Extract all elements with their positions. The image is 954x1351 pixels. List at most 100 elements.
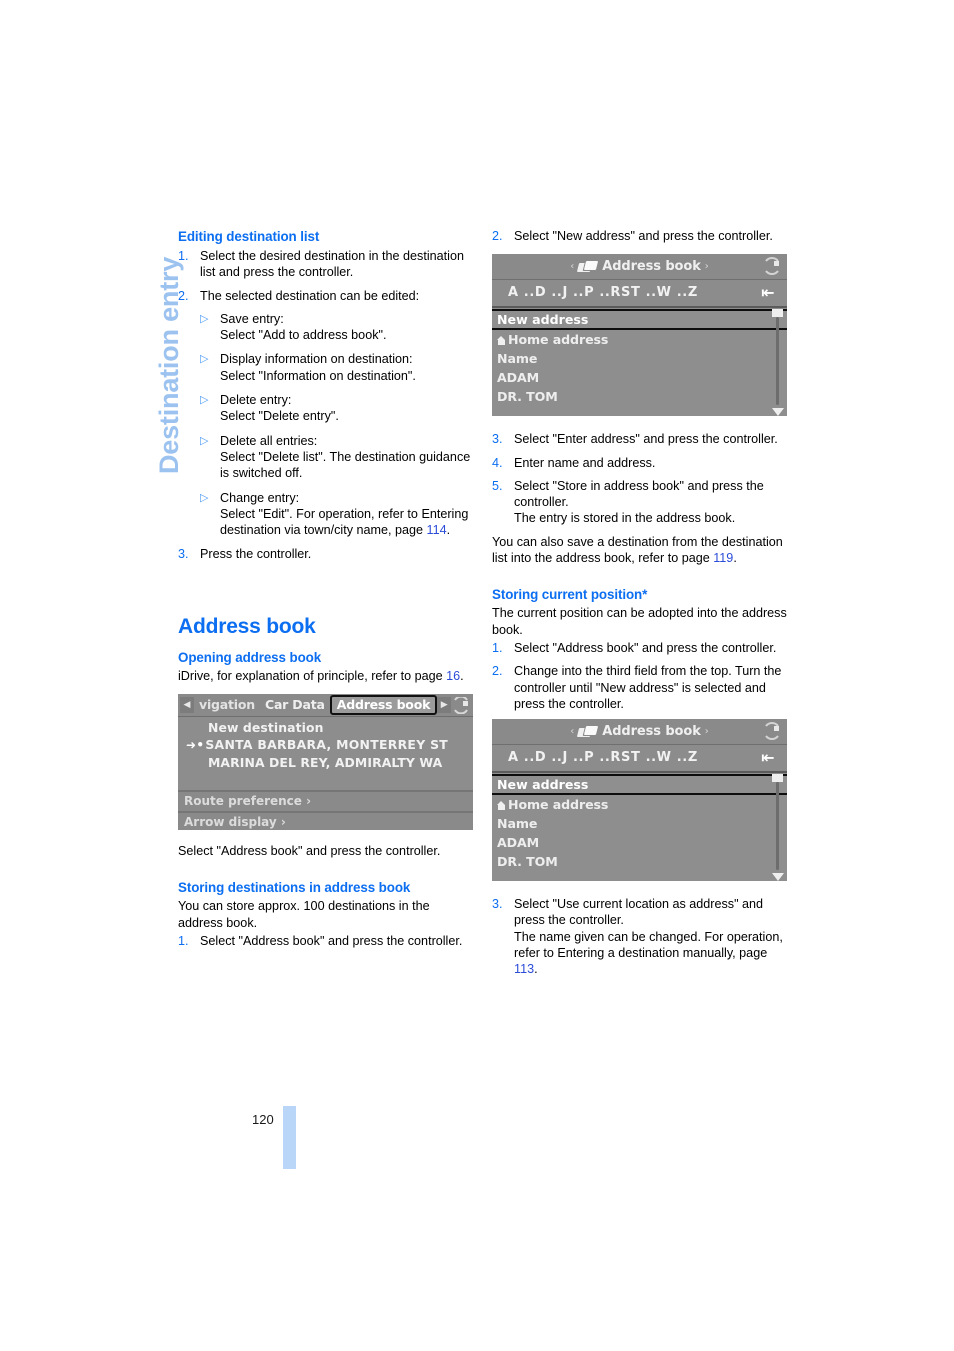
option-line1: Change entry:	[220, 490, 300, 505]
step-text-body: Select "Use current location as address"…	[514, 897, 783, 961]
option-line2: Select "Information on destination".	[220, 368, 416, 383]
position-intro-text: The current position can be adopted into…	[492, 606, 787, 637]
option-line1: Delete all entries:	[220, 433, 318, 448]
scrollbar-thumb[interactable]	[772, 309, 783, 318]
caret-right-icon[interactable]: ›	[701, 724, 713, 740]
scrollbar-thumb[interactable]	[772, 774, 783, 783]
destination-arrow-icon: ➜•	[186, 738, 205, 753]
list-item-name[interactable]: Name	[492, 814, 787, 833]
letter-index-bar[interactable]: A ..D ..J ..P ..RST ..W ..Z ⇤	[492, 745, 787, 774]
scrollbar[interactable]	[771, 773, 784, 882]
route-preference-label: Route preference	[184, 794, 302, 809]
section-tab: Destination entry	[108, 228, 184, 488]
chevron-down-icon[interactable]	[772, 408, 784, 417]
option-line2: Select "Delete entry".	[220, 409, 339, 424]
destination-1-label: SANTA BARBARA, MONTERREY ST	[205, 737, 449, 753]
scroll-left-icon[interactable]: ◀	[180, 697, 194, 714]
step-number: 3.	[492, 897, 503, 912]
step-text: Select "Enter address" and press the con…	[514, 432, 778, 447]
list-item: 2. Select "New address" and press the co…	[492, 228, 787, 244]
list-item-adam[interactable]: ADAM	[492, 833, 787, 852]
option-line1: Display information on destination:	[220, 352, 413, 367]
address-book-screenshot-2: ‹ Address book › A ..D ..J ..P ..RST ..W…	[492, 719, 787, 882]
chevron-down-icon[interactable]	[772, 873, 784, 882]
letter-index-bar[interactable]: A ..D ..J ..P ..RST ..W ..Z ⇤	[492, 280, 787, 309]
step-text: Select "Use current location as address"…	[514, 896, 787, 977]
list-item-home-address[interactable]: Home address	[492, 795, 787, 814]
list-item-dr-tom[interactable]: DR. TOM	[492, 387, 787, 406]
editing-step3-list: 3. Press the controller.	[178, 546, 473, 562]
heading-storing-destinations: Storing destinations in address book	[178, 880, 411, 896]
option-text: Delete entry: Select "Delete entry".	[220, 392, 473, 425]
gear-icon[interactable]	[762, 722, 782, 741]
step-text: Select "Address book" and press the cont…	[200, 933, 463, 948]
position-step3-list: 3. Select "Use current location as addre…	[492, 896, 787, 977]
nav-tab-bar: ◀ vigation Car Data Address book ▶	[178, 694, 473, 718]
navigation-menu-screenshot: ◀ vigation Car Data Address book ▶ New d…	[178, 694, 473, 831]
note-text-before: You can also save a destination from the…	[492, 534, 783, 566]
triangle-bullet-icon: ▷	[200, 312, 209, 325]
option-text: Display information on destination: Sele…	[220, 351, 473, 384]
gear-icon[interactable]	[451, 696, 471, 714]
scrollbar-track[interactable]	[776, 782, 779, 871]
address-book-entry-list: New address Home address Name ADAM DR. T…	[492, 773, 787, 882]
tab-car-data[interactable]: Car Data	[260, 696, 330, 714]
list-item-adam[interactable]: ADAM	[492, 368, 787, 387]
step-number: 2.	[178, 288, 189, 303]
list-item-new-destination[interactable]: New destination	[178, 719, 473, 736]
list-item: 3. Select "Use current location as addre…	[492, 896, 787, 977]
scrollbar-track[interactable]	[776, 317, 779, 406]
page-reference-16[interactable]: 16	[446, 669, 460, 683]
list-item-home-address[interactable]: Home address	[492, 330, 787, 349]
step-number: 1.	[492, 640, 503, 655]
option-text: Save entry: Select "Add to address book"…	[220, 311, 473, 344]
back-icon[interactable]: ⇤	[749, 749, 787, 766]
address-book-screenshot-1: ‹ Address book › A ..D ..J ..P ..RST ..W…	[492, 254, 787, 417]
step-number: 1.	[178, 933, 189, 948]
caret-left-icon[interactable]: ‹	[566, 724, 578, 740]
right-steps-list: 3. Select "Enter address" and press the …	[492, 431, 787, 526]
option-line1: Save entry:	[220, 311, 284, 326]
edit-options-list: ▷ Save entry: Select "Add to address boo…	[200, 311, 473, 539]
address-book-title-bar: ‹ Address book ›	[492, 719, 787, 746]
step-number: 2.	[492, 229, 503, 243]
list-item: 1. Select "Address book" and press the c…	[178, 933, 473, 949]
step-text: The selected destination can be edited:	[200, 288, 420, 303]
page-reference-114[interactable]: 114	[427, 523, 447, 537]
menu-item-route-preference[interactable]: Route preference ›	[178, 790, 473, 812]
home-address-label: Home address	[508, 797, 609, 813]
opening-text-after: .	[460, 668, 464, 683]
back-icon[interactable]: ⇤	[749, 284, 787, 301]
list-item-new-address-selected[interactable]: New address	[492, 774, 787, 796]
gear-icon[interactable]	[762, 257, 782, 276]
caret-left-icon[interactable]: ‹	[566, 259, 578, 275]
list-item-new-address-selected[interactable]: New address	[492, 309, 787, 331]
caption-select-address-book: Select "Address book" and press the cont…	[178, 844, 441, 859]
page-reference-113[interactable]: 113	[514, 962, 534, 976]
list-item-destination-2[interactable]: MARINA DEL REY, ADMIRALTY WA	[178, 754, 473, 771]
scrollbar[interactable]	[771, 308, 784, 417]
step-text: Press the controller.	[200, 547, 312, 562]
heading-opening-address-book: Opening address book	[178, 649, 322, 665]
tab-navigation[interactable]: vigation	[194, 696, 260, 714]
position-steps-list: 1. Select "Address book" and press the c…	[492, 640, 787, 712]
list-item-name[interactable]: Name	[492, 349, 787, 368]
address-book-title: Address book	[602, 723, 701, 739]
list-item-destination-1[interactable]: ➜•SANTA BARBARA, MONTERREY ST	[178, 736, 473, 754]
menu-item-arrow-display[interactable]: Arrow display ›	[178, 811, 473, 831]
heading-editing-destination-list: Editing destination list	[178, 229, 320, 244]
scroll-right-icon[interactable]: ▶	[437, 697, 452, 714]
page-reference-119[interactable]: 119	[713, 551, 733, 565]
option-text: Delete all entries: Select "Delete list"…	[220, 433, 473, 482]
storing-intro-text: You can store approx. 100 destinations i…	[178, 899, 430, 930]
address-book-icon	[578, 261, 597, 273]
option-period: .	[446, 523, 451, 538]
list-item-dr-tom[interactable]: DR. TOM	[492, 852, 787, 871]
list-item: 4. Enter name and address.	[492, 455, 787, 471]
list-item: ▷ Display information on destination: Se…	[200, 351, 473, 384]
tab-address-book[interactable]: Address book	[329, 694, 438, 716]
step-number: 3.	[492, 432, 503, 447]
caret-right-icon[interactable]: ›	[701, 259, 713, 275]
home-icon	[497, 336, 506, 346]
list-item: ▷ Save entry: Select "Add to address boo…	[200, 311, 473, 344]
